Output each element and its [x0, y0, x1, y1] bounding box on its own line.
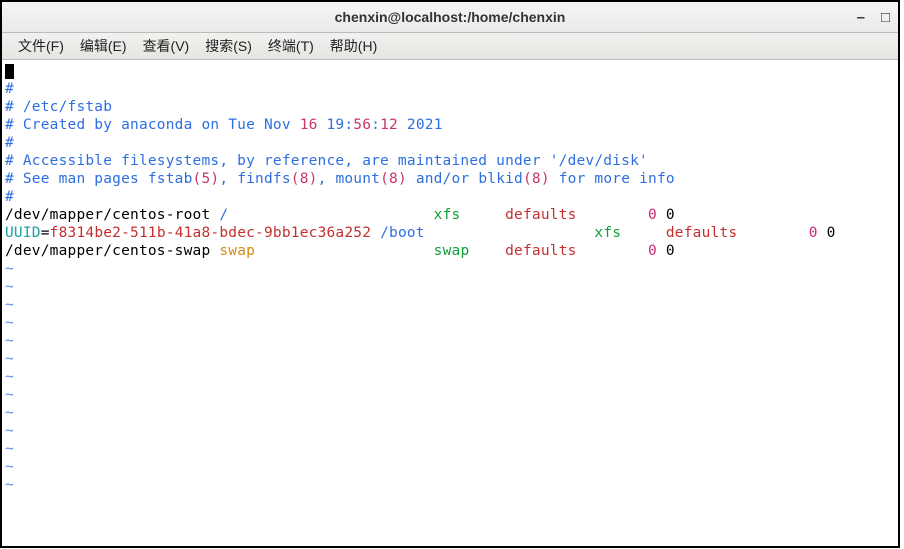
- comment-line: # Created by anaconda on Tue Nov 16 19:5…: [5, 117, 443, 133]
- menu-edit[interactable]: 编辑(E): [74, 34, 133, 58]
- vim-tilde: ~: [5, 441, 14, 457]
- fstab-row-root: /dev/mapper/centos-root / xfs defaults 0…: [5, 207, 675, 223]
- vim-tilde: ~: [5, 477, 14, 493]
- vim-tilde: ~: [5, 279, 14, 295]
- maximize-button[interactable]: □: [881, 9, 890, 26]
- vim-tilde: ~: [5, 369, 14, 385]
- comment-line: # /etc/fstab: [5, 99, 112, 115]
- comment-line: #: [5, 81, 14, 97]
- vim-tilde: ~: [5, 315, 14, 331]
- vim-tilde: ~: [5, 333, 14, 349]
- menu-terminal[interactable]: 终端(T): [262, 34, 320, 58]
- comment-line: #: [5, 135, 14, 151]
- window-title: chenxin@localhost:/home/chenxin: [2, 9, 898, 25]
- comment-line: #: [5, 189, 14, 205]
- minimize-button[interactable]: –: [857, 9, 865, 26]
- vim-tilde: ~: [5, 261, 14, 277]
- window-controls: – □: [857, 9, 890, 26]
- menu-help[interactable]: 帮助(H): [324, 34, 383, 58]
- vim-tilde: ~: [5, 387, 14, 403]
- comment-line: # See man pages fstab(5), findfs(8), mou…: [5, 171, 675, 187]
- titlebar: chenxin@localhost:/home/chenxin – □: [2, 0, 898, 33]
- fstab-row-swap: /dev/mapper/centos-swap swap swap defaul…: [5, 243, 675, 259]
- comment-line: # Accessible filesystems, by reference, …: [5, 153, 648, 169]
- vim-tilde: ~: [5, 297, 14, 313]
- fstab-row-boot: UUID=f8314be2-511b-41a8-bdec-9bb1ec36a25…: [5, 225, 836, 241]
- terminal-editor[interactable]: # # /etc/fstab # Created by anaconda on …: [2, 60, 898, 546]
- vim-tilde: ~: [5, 423, 14, 439]
- menu-search[interactable]: 搜索(S): [199, 34, 258, 58]
- vim-tilde: ~: [5, 405, 14, 421]
- menubar: 文件(F) 编辑(E) 查看(V) 搜索(S) 终端(T) 帮助(H): [2, 33, 898, 60]
- vim-tilde: ~: [5, 351, 14, 367]
- menu-view[interactable]: 查看(V): [137, 34, 196, 58]
- text-cursor: [5, 64, 14, 79]
- vim-tilde: ~: [5, 459, 14, 475]
- menu-file[interactable]: 文件(F): [12, 34, 70, 58]
